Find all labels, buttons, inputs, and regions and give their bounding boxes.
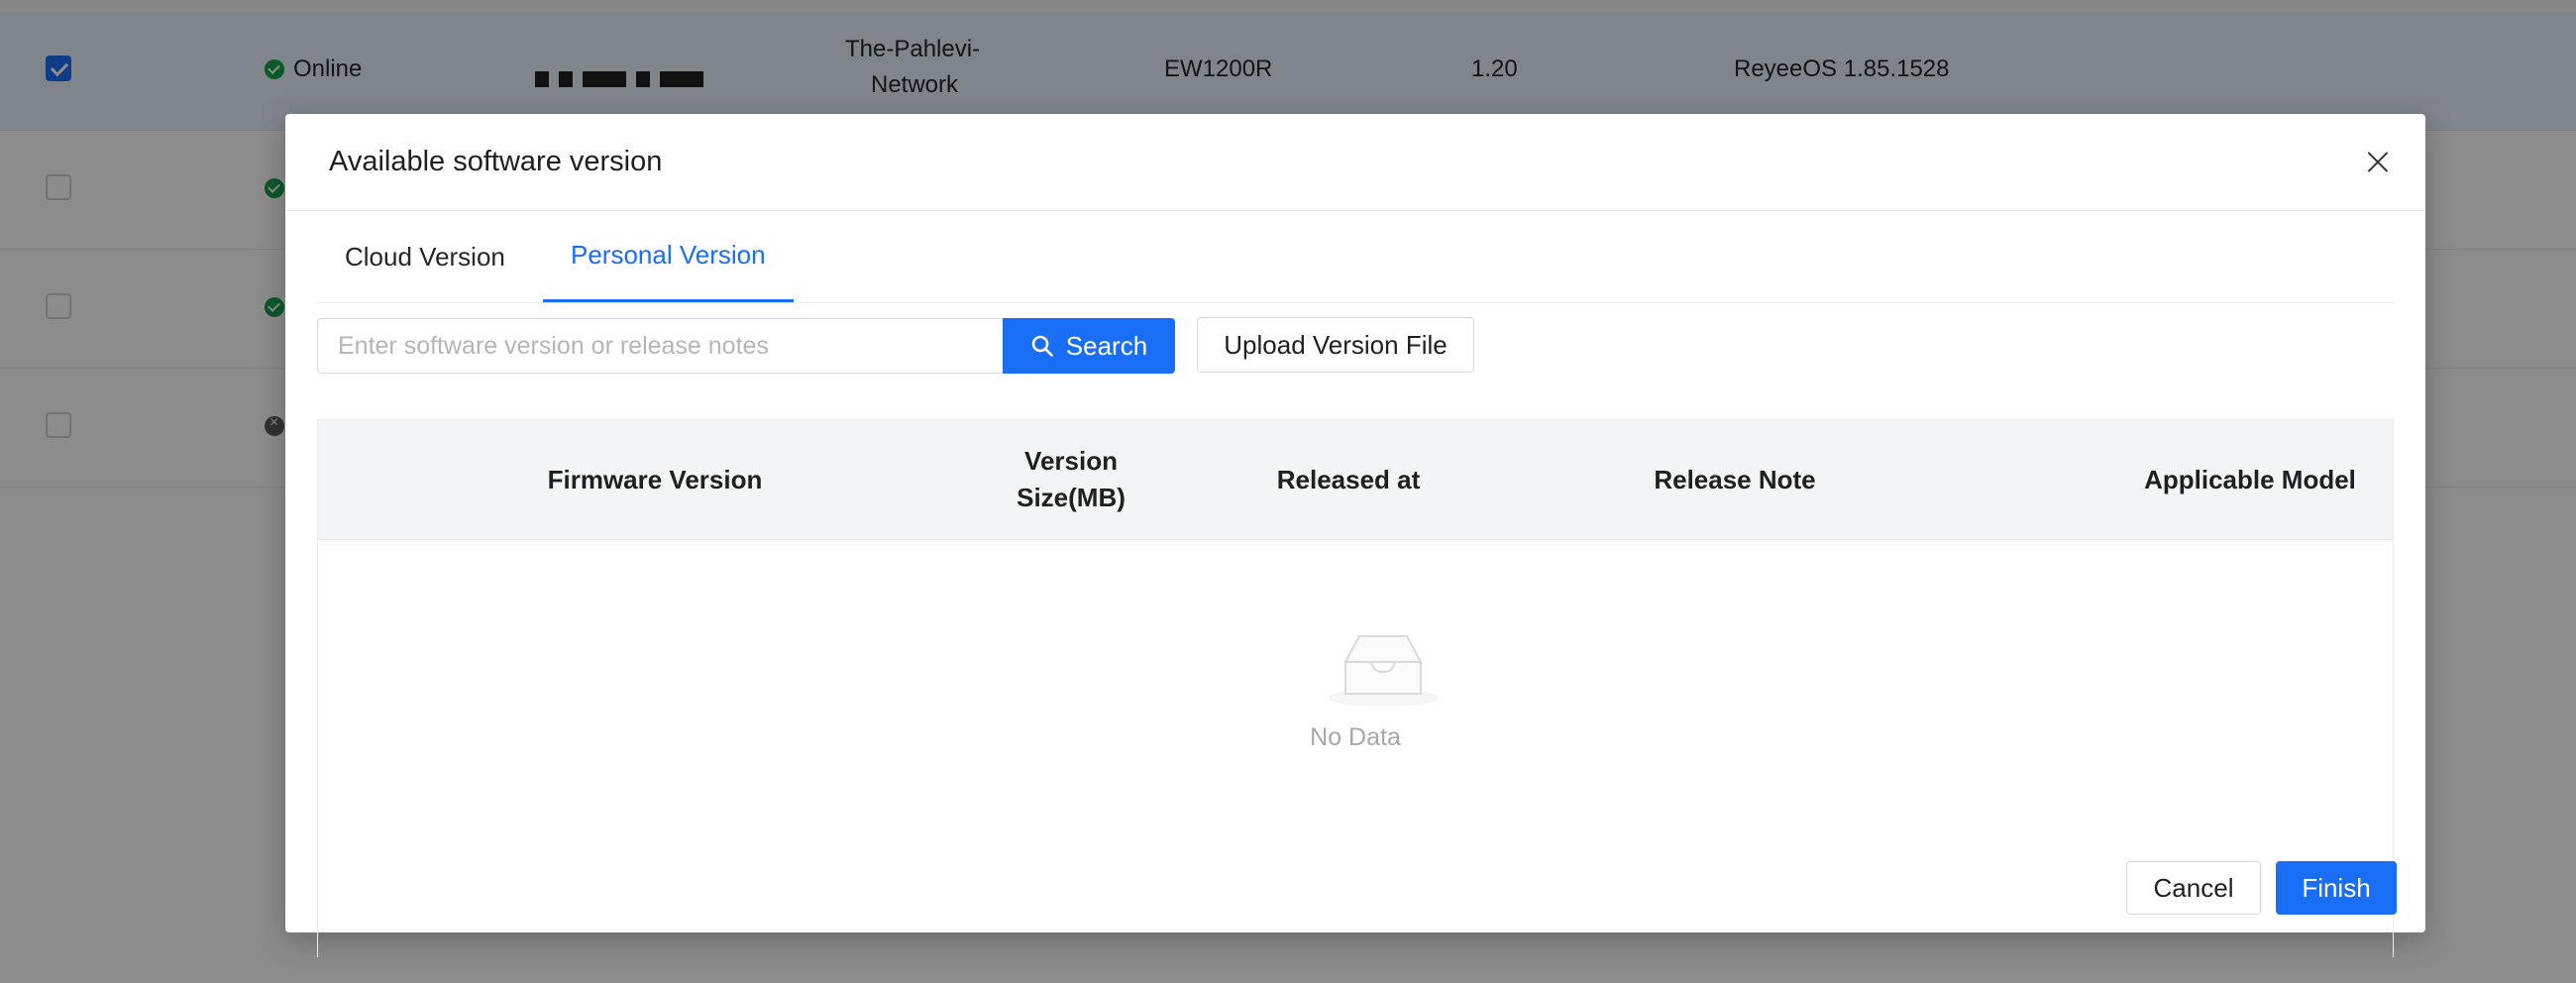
tab-personal-version[interactable]: Personal Version [543,211,794,302]
empty-state-text: No Data [1310,723,1401,751]
search-icon [1031,335,1053,357]
search-button[interactable]: Search [1003,318,1175,374]
search-button-label: Search [1065,330,1148,361]
column-header-released-at: Released at [1276,464,1421,494]
column-header-version-size-line2: Size(MB) [1017,483,1126,512]
upload-version-file-button[interactable]: Upload Version File [1197,317,1474,373]
cancel-button[interactable]: Cancel [2126,861,2261,915]
empty-state: No Data [318,539,2393,957]
close-icon[interactable] [2358,142,2398,181]
search-input[interactable] [317,318,1003,374]
version-tabs: Cloud Version Personal Version [317,211,2394,303]
firmware-table: Firmware Version Version Size(MB) Releas… [317,419,2394,957]
column-header-firmware-version: Firmware Version [547,464,763,494]
table-header: Firmware Version Version Size(MB) Releas… [318,420,2393,540]
software-version-dialog: Available software version Cloud Version… [285,114,2425,957]
column-header-version-size-line1: Version [1024,446,1118,476]
dialog-title: Available software version [329,146,663,177]
column-header-release-note: Release Note [1654,464,1816,494]
dialog-header: Available software version [285,114,2425,211]
tab-cloud-version[interactable]: Cloud Version [317,211,533,302]
column-header-version-size: Version Size(MB) [992,420,1150,539]
finish-button[interactable]: Finish [2276,861,2397,915]
empty-inbox-icon [1328,635,1439,707]
column-header-applicable-model: Applicable Model [2144,464,2356,494]
